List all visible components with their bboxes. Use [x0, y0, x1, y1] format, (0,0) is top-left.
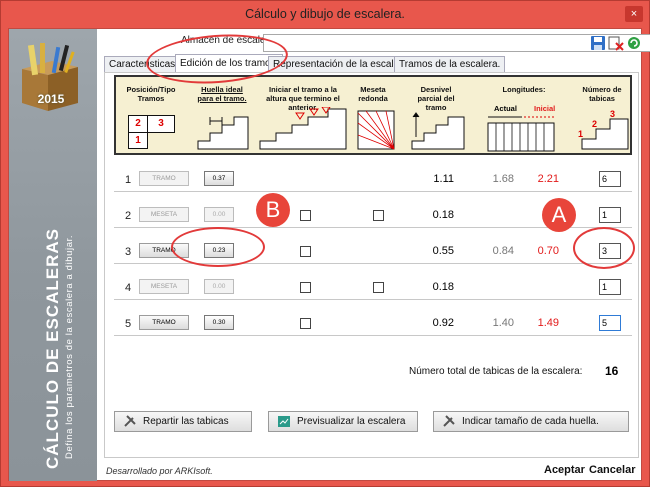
box-year: 2015 [37, 92, 65, 106]
desnivel-value: 0.18 [432, 281, 454, 293]
desnivel-value: 0.18 [432, 209, 454, 221]
close-button[interactable]: × [625, 6, 643, 22]
tabica-digit: 2 [592, 119, 598, 129]
accept-button[interactable]: Aceptar [544, 464, 585, 476]
huella-stair-icon [197, 116, 249, 150]
total-value: 16 [605, 364, 619, 378]
tabicas-input[interactable]: 1 [599, 279, 621, 295]
tabicas-input[interactable]: 5 [599, 315, 621, 331]
client-area: 2015 CÁLCULO DE ESCALERAS Defina los par… [8, 28, 650, 481]
column-header: Posición/Tipo Tramos Huella ideal para e… [114, 75, 632, 155]
tabica-digit: 1 [578, 129, 584, 139]
desnivel-value: 0.55 [432, 245, 454, 257]
inicial-value: 1.49 [537, 317, 559, 329]
annotation-b-badge: B [256, 193, 290, 227]
header-huella: Huella ideal para el tramo. [197, 85, 247, 103]
tab-tramos-escalera[interactable]: Tramos de la escalera. [394, 56, 506, 72]
position-diagram-icon: 2 3 1 [128, 115, 178, 149]
iniciar-checkbox[interactable] [300, 282, 311, 293]
iniciar-stair-icon [259, 107, 347, 150]
title-bar: Cálculo y dibujo de escalera. × [1, 1, 649, 27]
desnivel-value: 0.92 [432, 317, 454, 329]
row-number: 2 [125, 210, 132, 222]
huella-button[interactable]: 0.30 [204, 315, 234, 330]
header-inicial: Inicial [534, 104, 556, 113]
type-button[interactable]: MESETA [139, 279, 189, 294]
actual-value: 1.40 [492, 317, 514, 329]
tramos-panel: Posición/Tipo Tramos Huella ideal para e… [104, 72, 639, 458]
window-title: Cálculo y dibujo de escalera. [245, 7, 405, 21]
previsualizar-button[interactable]: Previsualizar la escalera [268, 411, 418, 432]
annotation-circle-b [171, 227, 265, 267]
table-row: 1 TRAMO 0.37 1.11 1.68 2.21 6 [114, 169, 632, 193]
row-number: 4 [125, 282, 132, 294]
repartir-label: Repartir las tabicas [143, 416, 229, 427]
previsualizar-label: Previsualizar la escalera [297, 416, 406, 427]
meseta-round-checkbox[interactable] [373, 210, 384, 221]
longitudes-icon [487, 116, 555, 152]
tools-icon [124, 415, 136, 427]
header-posicion: Posición/Tipo Tramos [126, 85, 176, 103]
repartir-button[interactable]: Repartir las tabicas [114, 411, 252, 432]
indicar-label: Indicar tamaño de cada huella. [462, 416, 599, 427]
annotation-circle-a [573, 227, 635, 269]
cancel-button[interactable]: Cancelar [589, 464, 635, 476]
header-longitudes: Longitudes: [502, 85, 546, 94]
iniciar-checkbox[interactable] [300, 210, 311, 221]
header-meseta: Meseta redonda [358, 85, 388, 103]
main-window: Cálculo y dibujo de escalera. × 2015 CÁL… [0, 0, 650, 487]
delete-icon[interactable] [608, 35, 624, 51]
indicar-button[interactable]: Indicar tamaño de cada huella. [433, 411, 629, 432]
header-tabicas: Número de tabicas [582, 85, 622, 103]
tabicas-stair-icon [581, 118, 629, 150]
pos-digit: 2 [128, 115, 148, 133]
row-number: 3 [125, 246, 132, 258]
pos-digit: 1 [128, 132, 148, 149]
tools-icon [443, 415, 455, 427]
desnivel-value: 1.11 [433, 173, 454, 185]
row-number: 1 [125, 174, 132, 186]
meseta-round-checkbox[interactable] [373, 282, 384, 293]
huella-button[interactable]: 0.37 [204, 171, 234, 186]
type-button[interactable]: TRAMO [139, 315, 189, 330]
inicial-value: 0.70 [537, 245, 559, 257]
tabica-digit: 3 [610, 109, 616, 119]
tabicas-input[interactable]: 1 [599, 207, 621, 223]
meseta-round-icon [357, 110, 395, 150]
iniciar-checkbox[interactable] [300, 246, 311, 257]
pos-digit: 3 [147, 115, 175, 133]
type-button[interactable]: TRAMO [139, 171, 189, 186]
tabicas-input[interactable]: 6 [599, 171, 621, 187]
refresh-icon[interactable] [626, 35, 642, 51]
save-icon[interactable] [590, 35, 606, 51]
sidebar-subtitle: Defina los parametros de la escalera a d… [64, 234, 75, 459]
annotation-a-badge: A [542, 198, 576, 232]
sidebar: 2015 CÁLCULO DE ESCALERAS Defina los par… [9, 29, 97, 481]
iniciar-checkbox[interactable] [300, 318, 311, 329]
credit-text: Desarrollado por ARKIsoft. [106, 466, 213, 476]
preview-icon [278, 416, 290, 427]
actual-value: 1.68 [492, 173, 514, 185]
inicial-value: 2.21 [537, 173, 559, 185]
huella-button[interactable]: 0.00 [204, 207, 234, 222]
header-actual: Actual [494, 104, 517, 113]
total-label: Número total de tabicas de la escalera: [409, 366, 583, 377]
row-number: 5 [125, 318, 132, 330]
huella-button[interactable]: 0.00 [204, 279, 234, 294]
actual-value: 0.84 [492, 245, 514, 257]
table-row: 4 MESETA 0.00 0.18 1 [114, 277, 632, 301]
table-row: 5 TRAMO 0.30 0.92 1.40 1.49 5 [114, 313, 632, 337]
type-button[interactable]: MESETA [139, 207, 189, 222]
sidebar-title: CÁLCULO DE ESCALERAS [43, 227, 62, 469]
desnivel-stair-icon [411, 112, 465, 150]
